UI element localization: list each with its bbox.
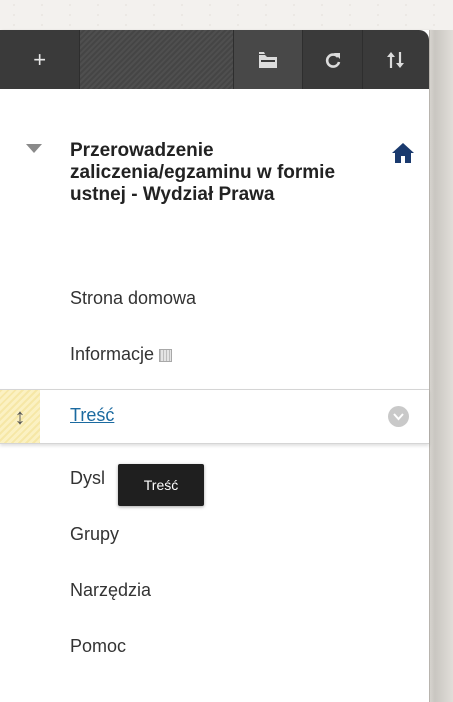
content-area-icon — [159, 348, 173, 362]
drag-handle-icon[interactable]: ↕ — [0, 390, 40, 443]
chevron-down-icon — [393, 412, 404, 420]
plus-icon: + — [33, 46, 47, 72]
folder-icon — [259, 51, 278, 68]
menu-item-home-page[interactable]: Strona domowa — [70, 288, 196, 309]
refresh-icon — [325, 52, 340, 68]
menu-item-groups[interactable]: Grupy — [70, 524, 119, 545]
refresh-button[interactable] — [303, 30, 364, 89]
menu-item-help[interactable]: Pomoc — [70, 636, 126, 657]
menu-item-content[interactable]: Treść — [70, 405, 114, 426]
menu-item-discussions[interactable]: Dysl — [70, 468, 105, 489]
course-title[interactable]: Przerowadzenie zaliczenia/egzaminu w for… — [70, 140, 370, 206]
manage-folders-button[interactable] — [233, 30, 303, 89]
toolbar-blank-area — [80, 30, 234, 89]
item-options-button[interactable] — [388, 406, 409, 427]
tooltip: Treść — [118, 464, 204, 506]
panel-resize-rail[interactable] — [429, 30, 453, 702]
reorder-button[interactable] — [363, 30, 429, 89]
home-icon[interactable] — [391, 142, 415, 164]
menu-item-tools[interactable]: Narzędzia — [70, 580, 151, 601]
course-menu-toolbar: + — [0, 30, 429, 89]
top-texture-strip — [0, 0, 453, 30]
collapse-caret-icon[interactable] — [26, 144, 42, 153]
add-menu-item-button[interactable]: + — [0, 30, 81, 89]
course-menu-panel — [0, 30, 431, 702]
sort-icon — [387, 51, 405, 68]
menu-item-content-row: ↕ Treść — [0, 389, 429, 444]
menu-item-information[interactable]: Informacje — [70, 344, 173, 365]
